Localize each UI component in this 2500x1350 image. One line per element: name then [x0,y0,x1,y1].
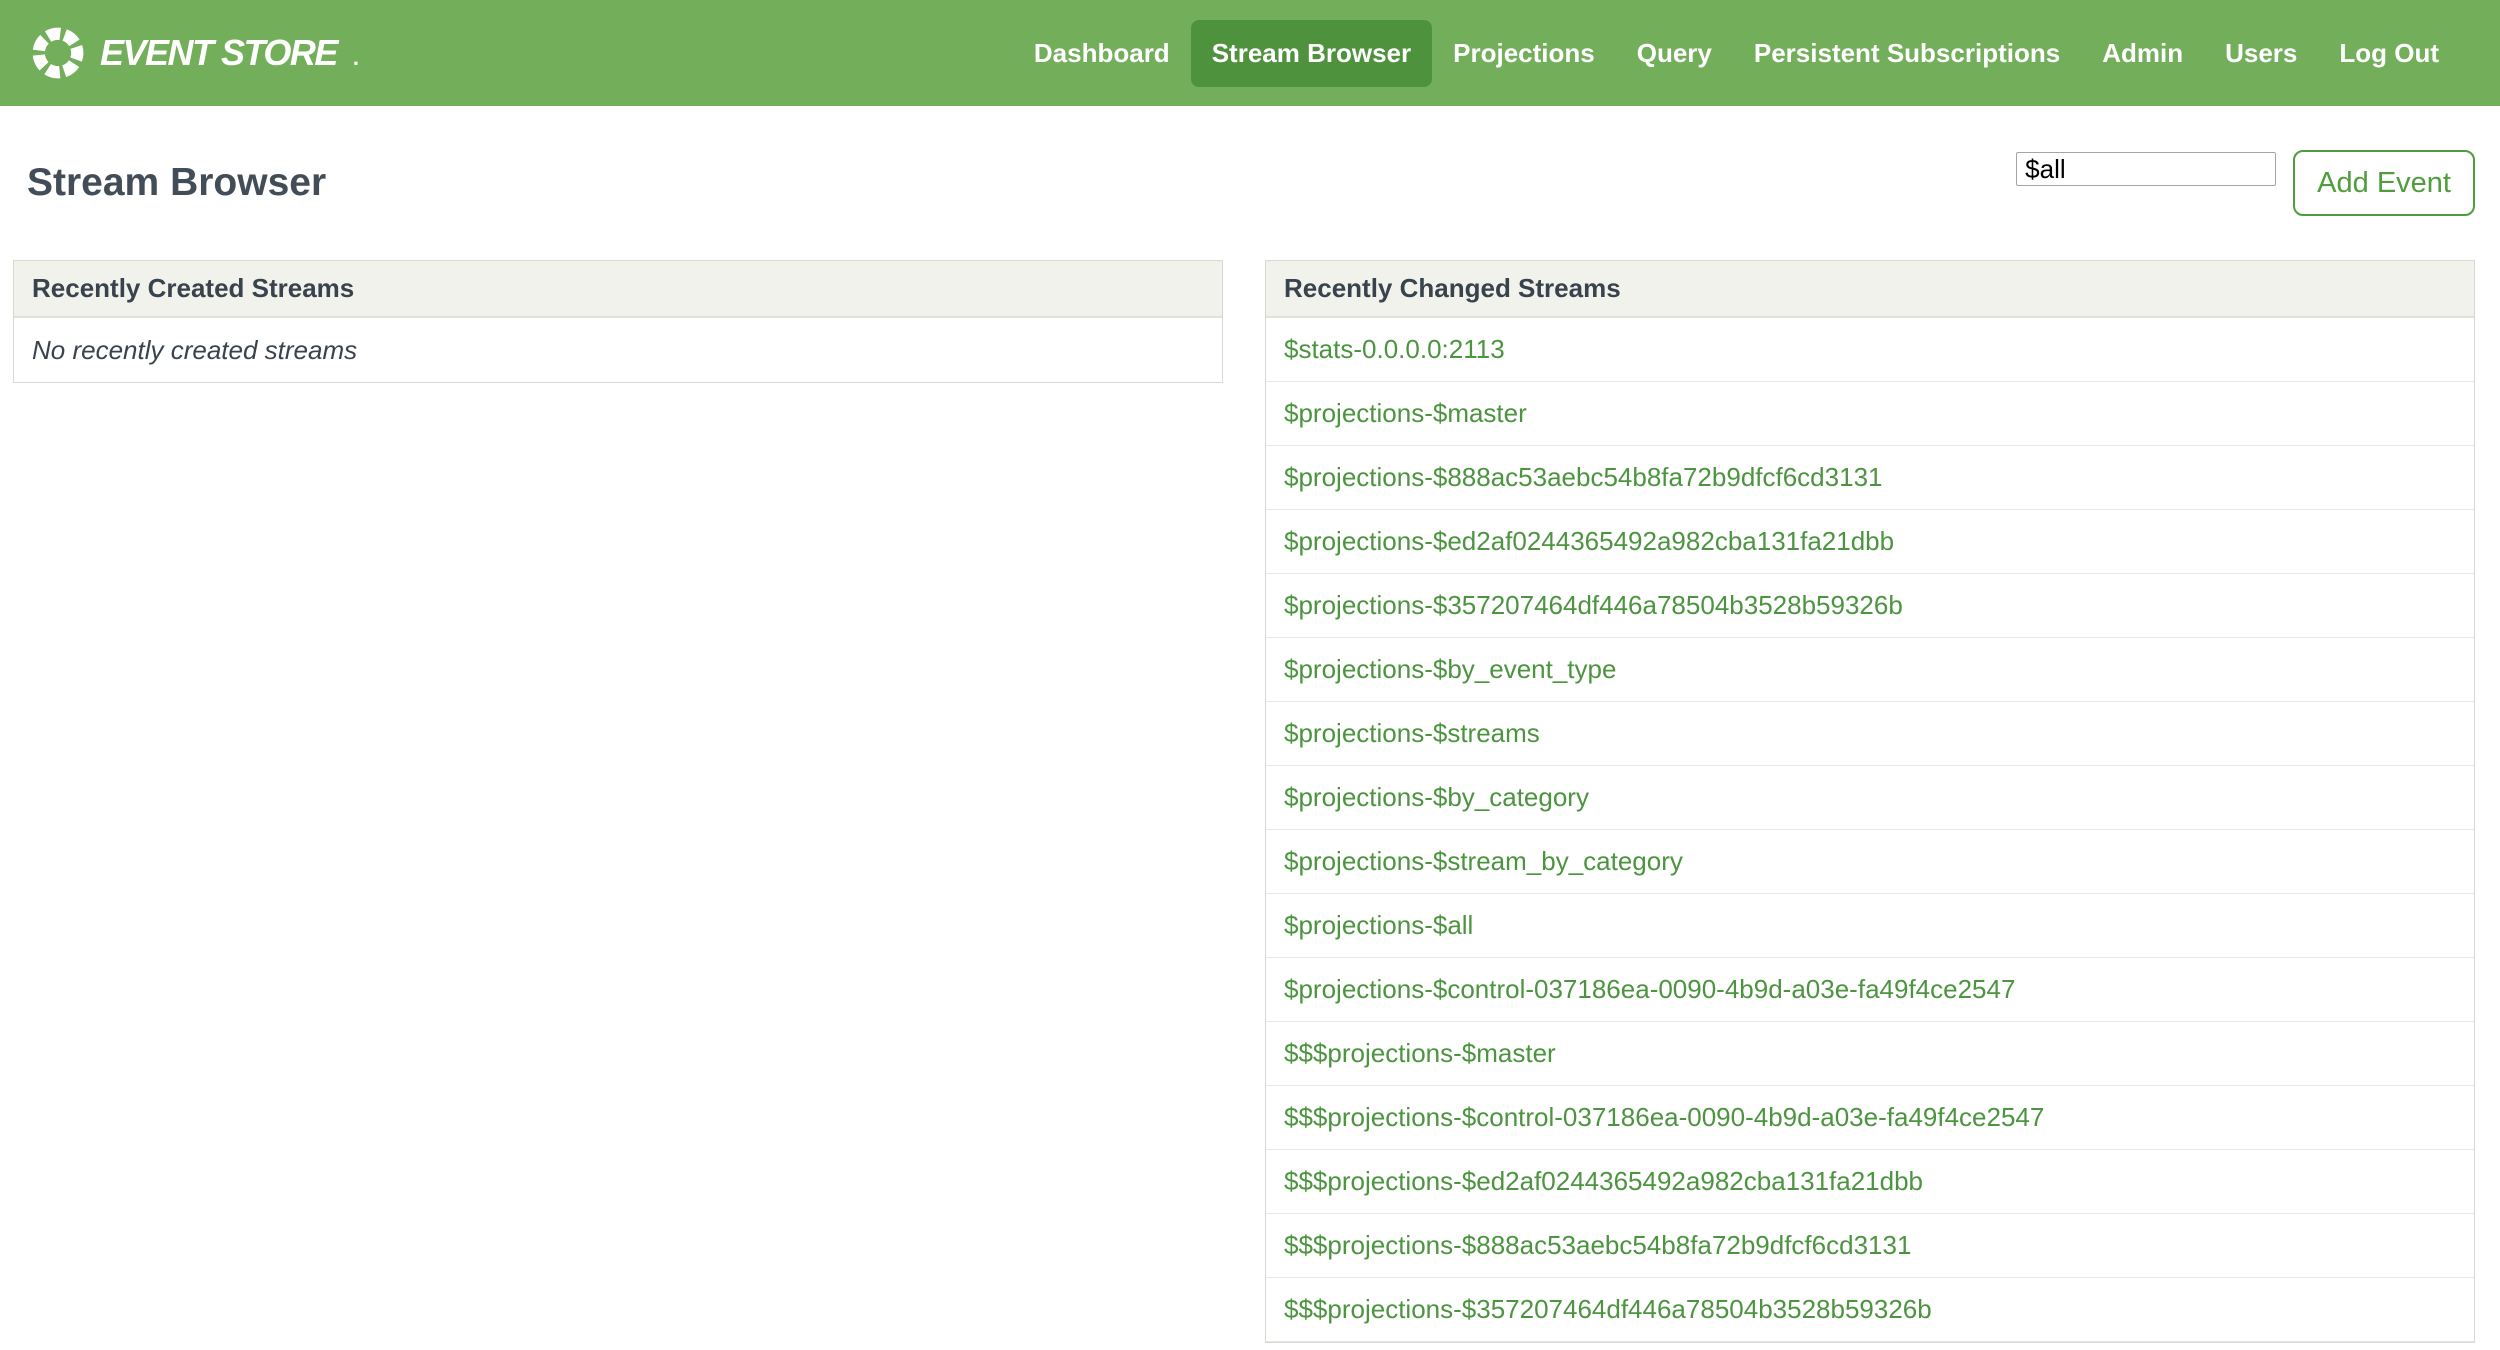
nav-item-stream-browser[interactable]: Stream Browser [1190,19,1433,87]
stream-link[interactable]: $projections-$master [1284,398,1527,429]
recently-created-panel: Recently Created Streams No recently cre… [13,260,1223,383]
nav-link-stream-browser[interactable]: Stream Browser [1190,19,1433,87]
main-content: Stream Browser Add Event Recently Create… [0,106,2500,1343]
event-store-logo-icon [32,27,84,79]
stream-row: $projections-$master [1266,382,2474,446]
stream-row: $stats-0.0.0.0:2113 [1266,318,2474,382]
nav-link-projections[interactable]: Projections [1432,20,1616,87]
stream-panels: Recently Created Streams No recently cre… [0,216,2500,1343]
stream-row: $$$projections-$ed2af0244365492a982cba13… [1266,1150,2474,1214]
stream-row: $$$projections-$master [1266,1022,2474,1086]
recently-changed-header: Recently Changed Streams [1266,261,2474,318]
recently-created-header: Recently Created Streams [14,261,1222,318]
brand-trademark-dot: . [352,45,360,70]
nav-link-persistent-subscriptions[interactable]: Persistent Subscriptions [1733,20,2081,87]
stream-list: $stats-0.0.0.0:2113 $projections-$master $… [1266,318,2474,1342]
add-event-button[interactable]: Add Event [2293,150,2475,216]
stream-row: $projections-$357207464df446a78504b3528b… [1266,574,2474,638]
stream-link[interactable]: $projections-$ed2af0244365492a982cba131f… [1284,526,1894,557]
stream-link[interactable]: $projections-$888ac53aebc54b8fa72b9dfcf6… [1284,462,1882,493]
stream-link[interactable]: $$$projections-$control-037186ea-0090-4b… [1284,1102,2044,1133]
stream-link[interactable]: $$$projections-$357207464df446a78504b352… [1284,1294,1932,1325]
stream-name-input[interactable] [2016,152,2277,186]
stream-link[interactable]: $projections-$by_event_type [1284,654,1616,685]
stream-row: $projections-$stream_by_category [1266,830,2474,894]
page-header: Stream Browser Add Event [0,106,2500,216]
nav-item-query[interactable]: Query [1616,20,1733,87]
stream-row: $projections-$ed2af0244365492a982cba131f… [1266,510,2474,574]
stream-link[interactable]: $projections-$357207464df446a78504b3528b… [1284,590,1903,621]
nav-link-users[interactable]: Users [2204,20,2318,87]
stream-row: $projections-$by_category [1266,766,2474,830]
brand[interactable]: EVENT STORE . [30,25,359,81]
stream-link[interactable]: $projections-$all [1284,910,1473,941]
stream-row: $$$projections-$357207464df446a78504b352… [1266,1278,2474,1342]
stream-row: $$$projections-$control-037186ea-0090-4b… [1266,1086,2474,1150]
page-title: Stream Browser [27,161,327,204]
stream-row: $$$projections-$888ac53aebc54b8fa72b9dfc… [1266,1214,2474,1278]
recently-changed-panel: Recently Changed Streams $stats-0.0.0.0:… [1265,260,2475,1343]
nav-item-persistent-subscriptions[interactable]: Persistent Subscriptions [1733,20,2081,87]
stream-link[interactable]: $stats-0.0.0.0:2113 [1284,334,1505,365]
stream-row: $projections-$all [1266,894,2474,958]
stream-link[interactable]: $projections-$streams [1284,718,1540,749]
nav-link-admin[interactable]: Admin [2081,20,2204,87]
nav-item-admin[interactable]: Admin [2081,20,2204,87]
header-actions: Add Event [2016,150,2475,216]
stream-link[interactable]: $$$projections-$888ac53aebc54b8fa72b9dfc… [1284,1230,1911,1261]
stream-row: $projections-$by_event_type [1266,638,2474,702]
nav-link-dashboard[interactable]: Dashboard [1013,20,1191,87]
stream-row: $projections-$control-037186ea-0090-4b9d… [1266,958,2474,1022]
stream-link[interactable]: $$$projections-$ed2af0244365492a982cba13… [1284,1166,1923,1197]
stream-link[interactable]: $$$projections-$master [1284,1038,1556,1069]
stream-link[interactable]: $projections-$by_category [1284,782,1589,813]
stream-row: $projections-$888ac53aebc54b8fa72b9dfcf6… [1266,446,2474,510]
nav-item-projections[interactable]: Projections [1432,20,1616,87]
nav-link-query[interactable]: Query [1616,20,1733,87]
nav-items: Dashboard Stream Browser Projections Query P… [1013,19,2460,87]
brand-text: EVENT STORE [100,32,338,73]
stream-row: $projections-$streams [1266,702,2474,766]
stream-link[interactable]: $projections-$control-037186ea-0090-4b9d… [1284,974,2015,1005]
nav-item-users[interactable]: Users [2204,20,2318,87]
stream-link[interactable]: $projections-$stream_by_category [1284,846,1683,877]
empty-row: No recently created streams [32,334,358,365]
nav-item-log-out[interactable]: Log Out [2318,20,2460,87]
nav-item-dashboard[interactable]: Dashboard [1013,20,1191,87]
nav-link-log-out[interactable]: Log Out [2318,20,2460,87]
top-navbar: EVENT STORE . Dashboard Stream Browser Pro… [0,0,2500,106]
